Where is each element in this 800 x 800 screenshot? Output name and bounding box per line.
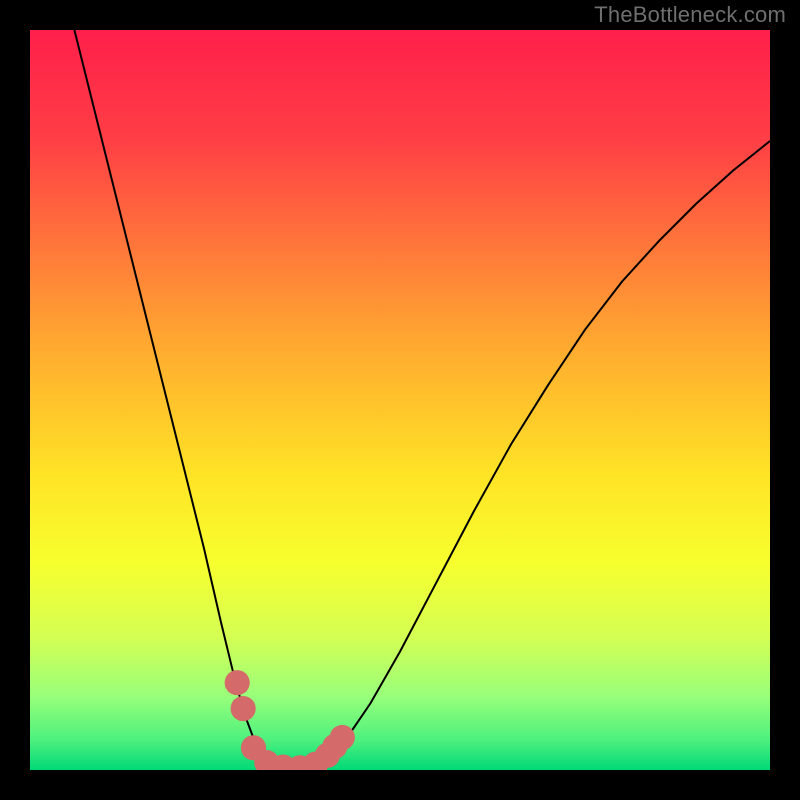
watermark-text: TheBottleneck.com (594, 2, 786, 28)
plot-area (30, 30, 770, 770)
marker-dot (225, 670, 250, 695)
marker-dot (231, 696, 256, 721)
bottleneck-chart (30, 30, 770, 770)
marker-dot (330, 725, 355, 750)
gradient-background (30, 30, 770, 770)
chart-frame: TheBottleneck.com (0, 0, 800, 800)
